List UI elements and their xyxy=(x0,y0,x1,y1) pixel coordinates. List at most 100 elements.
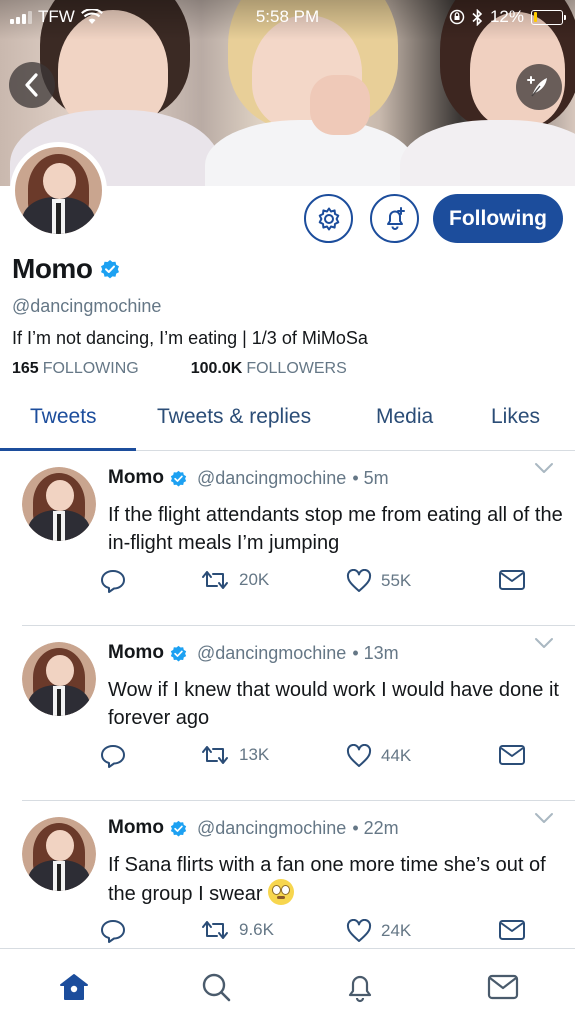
tweet-text: Wow if I knew that would work I would ha… xyxy=(108,676,563,732)
tweet-actions: 9.6K 24K xyxy=(100,919,540,949)
retweet-button[interactable]: 9.6K xyxy=(200,919,274,941)
tweet[interactable]: Momo @dancingmochine • 5m If the flight att… xyxy=(0,451,575,626)
tweet-text: If the flight attendants stop me from ea… xyxy=(108,501,563,557)
tweet-text-content: If Sana flirts with a fan one more time … xyxy=(108,854,546,905)
chevron-down-icon xyxy=(535,813,553,823)
bell-plus-icon xyxy=(386,206,405,230)
home-icon xyxy=(60,974,88,1000)
followers-label: FOLLOWERS xyxy=(246,360,347,377)
verified-badge-icon xyxy=(101,260,120,279)
profile-bio: If I’m not dancing, I’m eating | 1/3 of … xyxy=(12,328,368,348)
following-button[interactable]: Following xyxy=(433,194,563,243)
profile-display-name: Momo xyxy=(12,253,93,284)
battery-icon xyxy=(531,9,566,25)
tweet-author-name: Momo xyxy=(108,642,164,663)
reply-button[interactable] xyxy=(100,919,126,943)
nav-search[interactable] xyxy=(196,969,236,1005)
tweet-avatar[interactable] xyxy=(22,467,96,541)
nav-notifications[interactable] xyxy=(340,969,380,1005)
reply-icon xyxy=(101,570,125,593)
reply-button[interactable] xyxy=(100,744,126,768)
like-count: 55K xyxy=(381,571,412,590)
tweet-menu-button[interactable] xyxy=(534,636,554,654)
reply-icon xyxy=(101,920,125,943)
direct-message-button[interactable] xyxy=(498,744,526,766)
tweet-author-handle: @dancingmochine xyxy=(196,642,347,663)
verified-badge-icon xyxy=(170,645,187,661)
profile-tabs: Tweets Tweets & replies Media Likes xyxy=(0,392,575,451)
like-heart-icon xyxy=(346,569,372,592)
profile-name-row: Momo xyxy=(12,253,120,285)
tab-media[interactable]: Media xyxy=(376,405,433,429)
tweet-text-content: Wow if I knew that would work I would ha… xyxy=(108,679,559,729)
direct-message-icon xyxy=(499,920,525,940)
retweet-icon xyxy=(202,746,228,764)
gear-icon xyxy=(318,207,339,230)
tweet-actions: 13K 44K xyxy=(100,744,540,774)
like-heart-icon xyxy=(346,919,372,942)
tweet-avatar[interactable] xyxy=(22,817,96,891)
settings-button[interactable] xyxy=(304,194,353,243)
direct-message-icon xyxy=(499,570,525,590)
banner-person-3-body xyxy=(400,120,575,186)
tweet-menu-button[interactable] xyxy=(534,811,554,829)
retweet-icon xyxy=(202,571,228,589)
battery-percent: 12% xyxy=(489,7,524,26)
tweet-actions: 20K 55K xyxy=(100,569,540,599)
tweet-timestamp: • 13m xyxy=(352,642,399,663)
orientation-lock-icon xyxy=(449,9,465,25)
reply-button[interactable] xyxy=(100,569,126,593)
retweet-button[interactable]: 20K xyxy=(200,569,269,591)
rolling-eyes-emoji-icon xyxy=(268,879,295,905)
tweet-author-handle: @dancingmochine xyxy=(196,467,347,488)
tweet-avatar[interactable] xyxy=(22,642,96,716)
tweet-header: Momo @dancingmochine • 13m xyxy=(108,642,399,664)
status-right: 12% xyxy=(449,7,566,27)
like-count: 44K xyxy=(381,746,412,765)
nav-messages[interactable] xyxy=(483,969,523,1005)
following-count: 165 xyxy=(12,360,39,377)
direct-message-button[interactable] xyxy=(498,569,526,591)
banner-person-2-hand xyxy=(310,75,370,135)
bluetooth-icon xyxy=(472,8,483,26)
like-heart-icon xyxy=(346,744,372,767)
profile-stats: 165 FOLLOWING 100.0K FOLLOWERS xyxy=(12,360,347,378)
tab-tweets-and-replies[interactable]: Tweets & replies xyxy=(157,405,311,429)
compose-feather-icon xyxy=(527,76,547,97)
bottom-navigation xyxy=(0,948,575,1024)
direct-message-icon xyxy=(499,745,525,765)
back-button[interactable] xyxy=(9,62,55,108)
direct-message-button[interactable] xyxy=(498,919,526,941)
tab-tweets[interactable]: Tweets xyxy=(30,405,97,429)
tweet[interactable]: Momo @dancingmochine • 13m Wow if I knew th… xyxy=(0,626,575,801)
following-label: FOLLOWING xyxy=(42,360,139,377)
verified-badge-icon xyxy=(170,820,187,836)
search-icon xyxy=(202,973,231,1002)
profile-handle: @dancingmochine xyxy=(12,296,162,316)
tweet-text: If Sana flirts with a fan one more time … xyxy=(108,851,563,908)
profile-avatar[interactable] xyxy=(10,142,107,239)
retweet-count: 20K xyxy=(239,570,270,589)
retweet-button[interactable]: 13K xyxy=(200,744,269,766)
tab-likes[interactable]: Likes xyxy=(491,405,540,429)
avatar-photo xyxy=(15,147,102,234)
like-button[interactable]: 55K xyxy=(346,569,411,593)
like-button[interactable]: 44K xyxy=(346,744,411,768)
retweet-icon xyxy=(202,921,228,939)
banner-person-2-body xyxy=(205,120,415,186)
tweet-menu-button[interactable] xyxy=(534,461,554,479)
nav-home[interactable] xyxy=(54,969,94,1005)
notifications-icon xyxy=(348,975,372,1003)
reply-icon xyxy=(101,745,125,768)
tweet-author-name: Momo xyxy=(108,817,164,838)
compose-tweet-button[interactable] xyxy=(516,64,562,110)
tweet-header: Momo @dancingmochine • 22m xyxy=(108,817,399,839)
tweet-timestamp: • 22m xyxy=(352,817,399,838)
notifications-toggle-button[interactable] xyxy=(370,194,419,243)
followers-stat[interactable]: 100.0K FOLLOWERS xyxy=(191,360,347,378)
like-count: 24K xyxy=(381,921,412,940)
like-button[interactable]: 24K xyxy=(346,919,411,943)
following-stat[interactable]: 165 FOLLOWING xyxy=(12,360,139,378)
status-bar: TFW 5:58 PM 12% xyxy=(0,0,575,36)
tweet-text-content: If the flight attendants stop me from ea… xyxy=(108,504,563,554)
